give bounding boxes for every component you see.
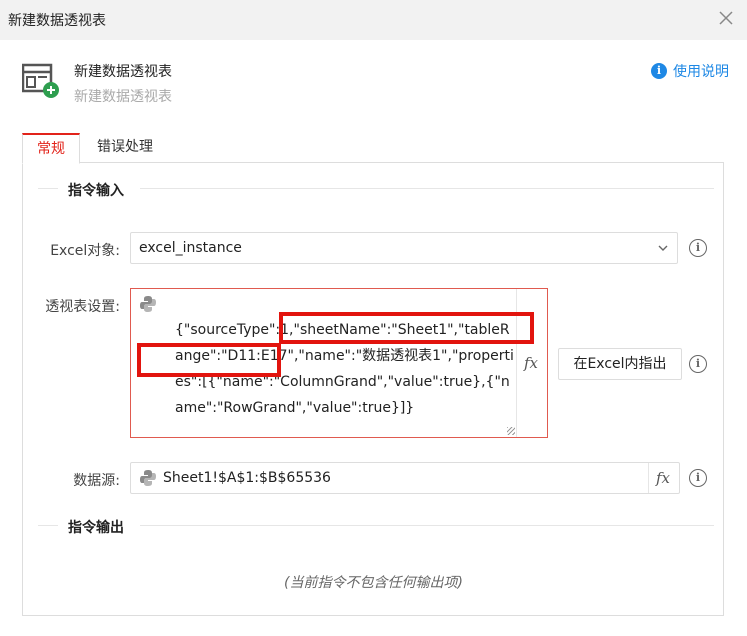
- help-link-label: 使用说明: [673, 64, 729, 80]
- textarea-divider: [516, 289, 517, 437]
- info-icon[interactable]: i: [689, 239, 707, 257]
- section-title-input: 指令输入: [68, 183, 124, 199]
- pivot-settings-textarea[interactable]: {"sourceType":1,"sheetName":"Sheet1","ta…: [130, 288, 548, 438]
- excel-object-select[interactable]: excel_instance: [130, 232, 678, 264]
- title-bar: 新建数据透视表: [0, 0, 747, 40]
- field-divider: [648, 463, 649, 493]
- info-icon[interactable]: i: [689, 469, 707, 487]
- tab-general[interactable]: 常规: [22, 133, 80, 164]
- excel-object-label: Excel对象:: [50, 243, 120, 259]
- command-subtitle: 新建数据透视表: [74, 89, 172, 105]
- command-title: 新建数据透视表: [74, 64, 172, 80]
- excel-object-value: excel_instance: [139, 240, 242, 256]
- close-icon[interactable]: [717, 9, 735, 27]
- data-source-value: Sheet1!$A$1:$B$65536: [163, 470, 331, 486]
- section-divider: [38, 525, 58, 526]
- fx-icon[interactable]: fx: [524, 354, 538, 372]
- pivot-table-add-icon: [22, 63, 59, 98]
- pivot-settings-label: 透视表设置:: [45, 299, 120, 315]
- chevron-down-icon: [658, 245, 668, 251]
- no-output-message: (当前指令不包含任何输出项): [284, 575, 463, 591]
- window-title: 新建数据透视表: [8, 13, 106, 29]
- section-divider: [140, 188, 714, 189]
- section-title-output: 指令输出: [68, 520, 124, 536]
- locate-in-excel-button[interactable]: 在Excel内指出: [558, 348, 682, 380]
- info-icon[interactable]: i: [689, 355, 707, 373]
- section-divider: [38, 188, 58, 189]
- tab-error-handling[interactable]: 错误处理: [97, 133, 153, 161]
- data-source-label: 数据源:: [73, 473, 120, 489]
- python-icon: [140, 470, 156, 486]
- fx-icon[interactable]: fx: [656, 469, 670, 487]
- section-divider: [140, 525, 714, 526]
- help-link[interactable]: i 使用说明: [651, 61, 729, 81]
- info-icon: i: [651, 63, 667, 79]
- data-source-field[interactable]: Sheet1!$A$1:$B$65536: [130, 462, 680, 494]
- pivot-settings-json: {"sourceType":1,"sheetName":"Sheet1","ta…: [175, 322, 514, 416]
- resize-grip-icon[interactable]: [507, 427, 515, 435]
- python-icon: [140, 296, 156, 312]
